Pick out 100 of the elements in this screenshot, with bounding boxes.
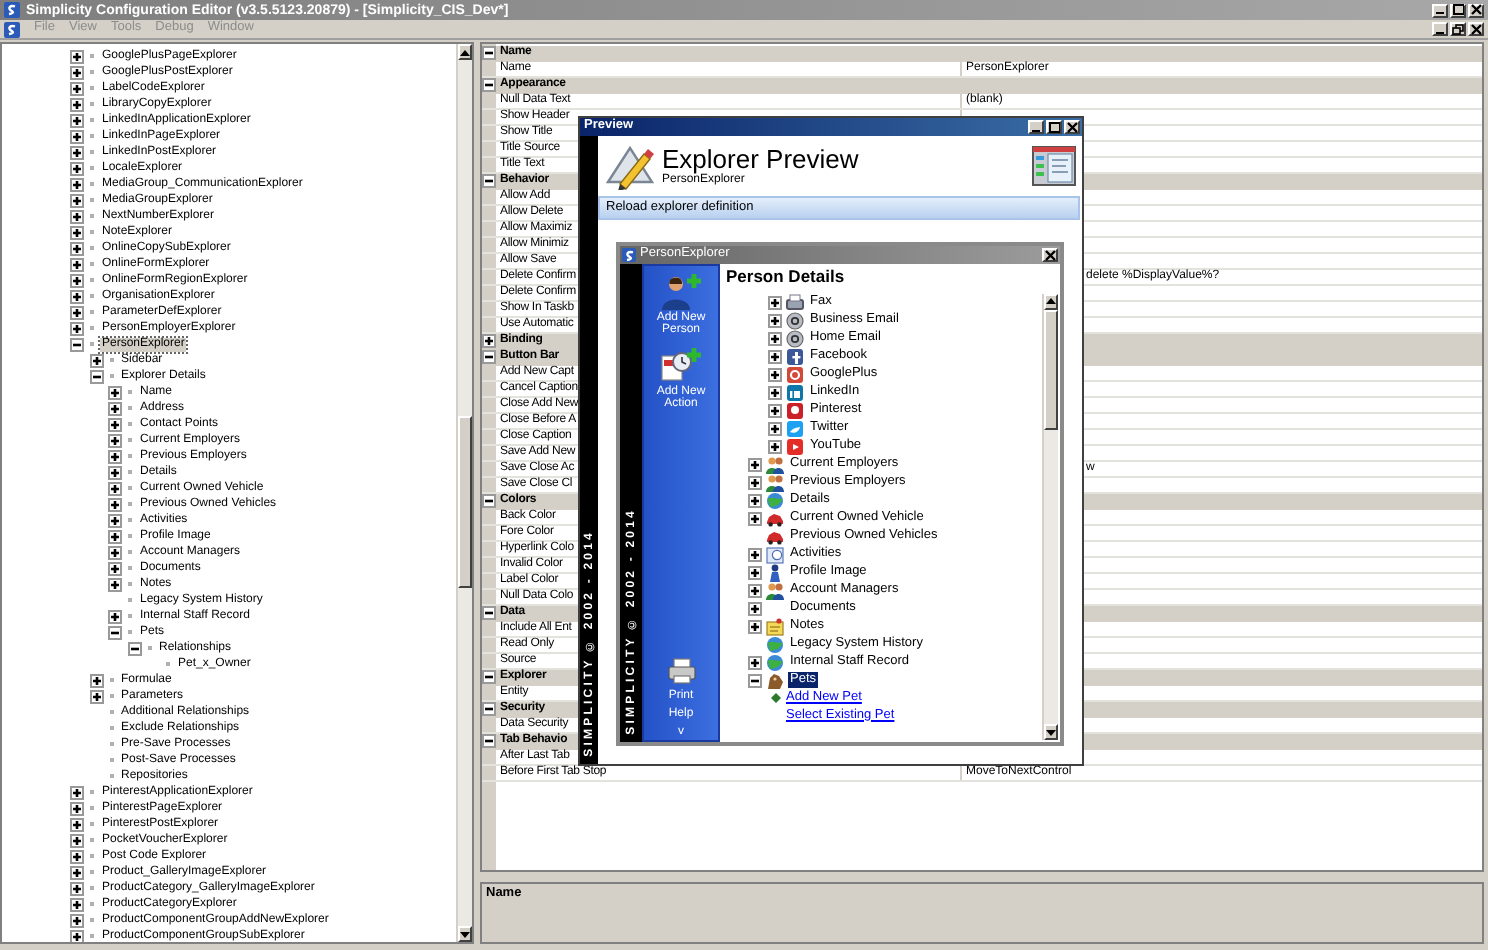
expand-icon[interactable] <box>70 321 84 335</box>
expand-icon[interactable] <box>108 529 122 543</box>
expand-icon[interactable] <box>108 417 122 431</box>
add-action-icon[interactable] <box>660 346 702 384</box>
expand-icon[interactable] <box>748 457 762 471</box>
expand-icon[interactable] <box>70 785 84 799</box>
expand-icon[interactable] <box>89 353 103 367</box>
expand-icon[interactable] <box>768 403 782 417</box>
expand-icon[interactable] <box>768 349 782 363</box>
expand-icon[interactable] <box>70 273 84 287</box>
collapse-icon[interactable] <box>108 625 122 639</box>
expand-icon[interactable] <box>70 865 84 879</box>
expand-icon[interactable] <box>108 433 122 447</box>
expand-icon[interactable] <box>70 161 84 175</box>
expand-icon[interactable] <box>748 565 762 579</box>
expand-icon[interactable] <box>748 619 762 633</box>
expand-icon[interactable] <box>108 465 122 479</box>
expand-icon[interactable] <box>70 113 84 127</box>
expand-icon[interactable] <box>70 49 84 63</box>
maximize-button[interactable] <box>1046 120 1062 134</box>
scroll-up-button[interactable] <box>1044 293 1058 309</box>
expand-icon[interactable] <box>89 673 103 687</box>
collapse-icon[interactable] <box>70 337 84 351</box>
close-button[interactable] <box>1042 248 1058 262</box>
expand-icon[interactable] <box>70 833 84 847</box>
expand-icon[interactable] <box>70 129 84 143</box>
expand-icon[interactable] <box>70 177 84 191</box>
expand-icon[interactable] <box>70 225 84 239</box>
expand-icon[interactable] <box>70 257 84 271</box>
collapse-icon[interactable] <box>482 606 496 620</box>
expand-icon[interactable] <box>108 577 122 591</box>
maximize-button[interactable] <box>1450 3 1466 17</box>
expand-icon[interactable] <box>70 305 84 319</box>
expand-icon[interactable] <box>482 334 496 348</box>
scrollbar[interactable] <box>1042 293 1058 740</box>
close-button[interactable] <box>1468 22 1484 36</box>
scroll-down-button[interactable] <box>458 926 472 942</box>
expand-icon[interactable] <box>748 475 762 489</box>
collapse-icon[interactable] <box>482 734 496 748</box>
expand-icon[interactable] <box>70 241 84 255</box>
expand-icon[interactable] <box>768 295 782 309</box>
scroll-thumb[interactable] <box>458 416 472 588</box>
collapse-icon[interactable] <box>482 78 496 92</box>
expand-icon[interactable] <box>70 193 84 207</box>
expand-icon[interactable] <box>768 421 782 435</box>
minimize-button[interactable] <box>1432 3 1448 17</box>
expand-icon[interactable] <box>70 145 84 159</box>
collapse-icon[interactable] <box>482 350 496 364</box>
collapse-icon[interactable] <box>482 702 496 716</box>
minimize-button[interactable] <box>1432 22 1448 36</box>
expand-icon[interactable] <box>748 583 762 597</box>
expand-icon[interactable] <box>768 313 782 327</box>
expand-icon[interactable] <box>748 601 762 615</box>
expand-icon[interactable] <box>768 367 782 381</box>
expand-icon[interactable] <box>70 81 84 95</box>
expand-icon[interactable] <box>70 929 84 942</box>
expand-icon[interactable] <box>108 497 122 511</box>
expand-icon[interactable] <box>70 97 84 111</box>
expand-icon[interactable] <box>70 849 84 863</box>
close-button[interactable] <box>1468 3 1484 17</box>
minimize-button[interactable] <box>1028 120 1044 134</box>
collapse-icon[interactable] <box>748 673 762 687</box>
expand-icon[interactable] <box>89 689 103 703</box>
expand-icon[interactable] <box>108 481 122 495</box>
expand-icon[interactable] <box>108 609 122 623</box>
expand-icon[interactable] <box>748 655 762 669</box>
expand-icon[interactable] <box>70 817 84 831</box>
scroll-down-button[interactable] <box>1044 724 1058 740</box>
expand-icon[interactable] <box>70 289 84 303</box>
add-person-icon[interactable] <box>660 272 702 310</box>
expand-icon[interactable] <box>70 209 84 223</box>
expand-icon[interactable] <box>748 547 762 561</box>
expand-icon[interactable] <box>748 511 762 525</box>
collapse-icon[interactable] <box>482 46 496 60</box>
collapse-icon[interactable] <box>127 641 141 655</box>
close-button[interactable] <box>1064 120 1080 134</box>
collapse-icon[interactable] <box>482 494 496 508</box>
scroll-up-button[interactable] <box>458 44 472 60</box>
tree-heading: Person Details <box>724 264 847 289</box>
expand-icon[interactable] <box>108 545 122 559</box>
collapse-icon[interactable] <box>89 369 103 383</box>
expand-icon[interactable] <box>70 897 84 911</box>
collapse-icon[interactable] <box>482 174 496 188</box>
expand-icon[interactable] <box>108 401 122 415</box>
expand-icon[interactable] <box>70 913 84 927</box>
expand-icon[interactable] <box>108 561 122 575</box>
collapse-icon[interactable] <box>482 670 496 684</box>
restore-button[interactable] <box>1450 22 1466 36</box>
scroll-thumb[interactable] <box>1044 309 1058 429</box>
expand-icon[interactable] <box>108 513 122 527</box>
expand-icon[interactable] <box>70 881 84 895</box>
expand-icon[interactable] <box>108 449 122 463</box>
expand-icon[interactable] <box>768 439 782 453</box>
expand-icon[interactable] <box>70 801 84 815</box>
expand-icon[interactable] <box>768 331 782 345</box>
expand-icon[interactable] <box>108 385 122 399</box>
expand-icon[interactable] <box>748 493 762 507</box>
scrollbar[interactable] <box>456 44 472 942</box>
expand-icon[interactable] <box>768 385 782 399</box>
expand-icon[interactable] <box>70 65 84 79</box>
